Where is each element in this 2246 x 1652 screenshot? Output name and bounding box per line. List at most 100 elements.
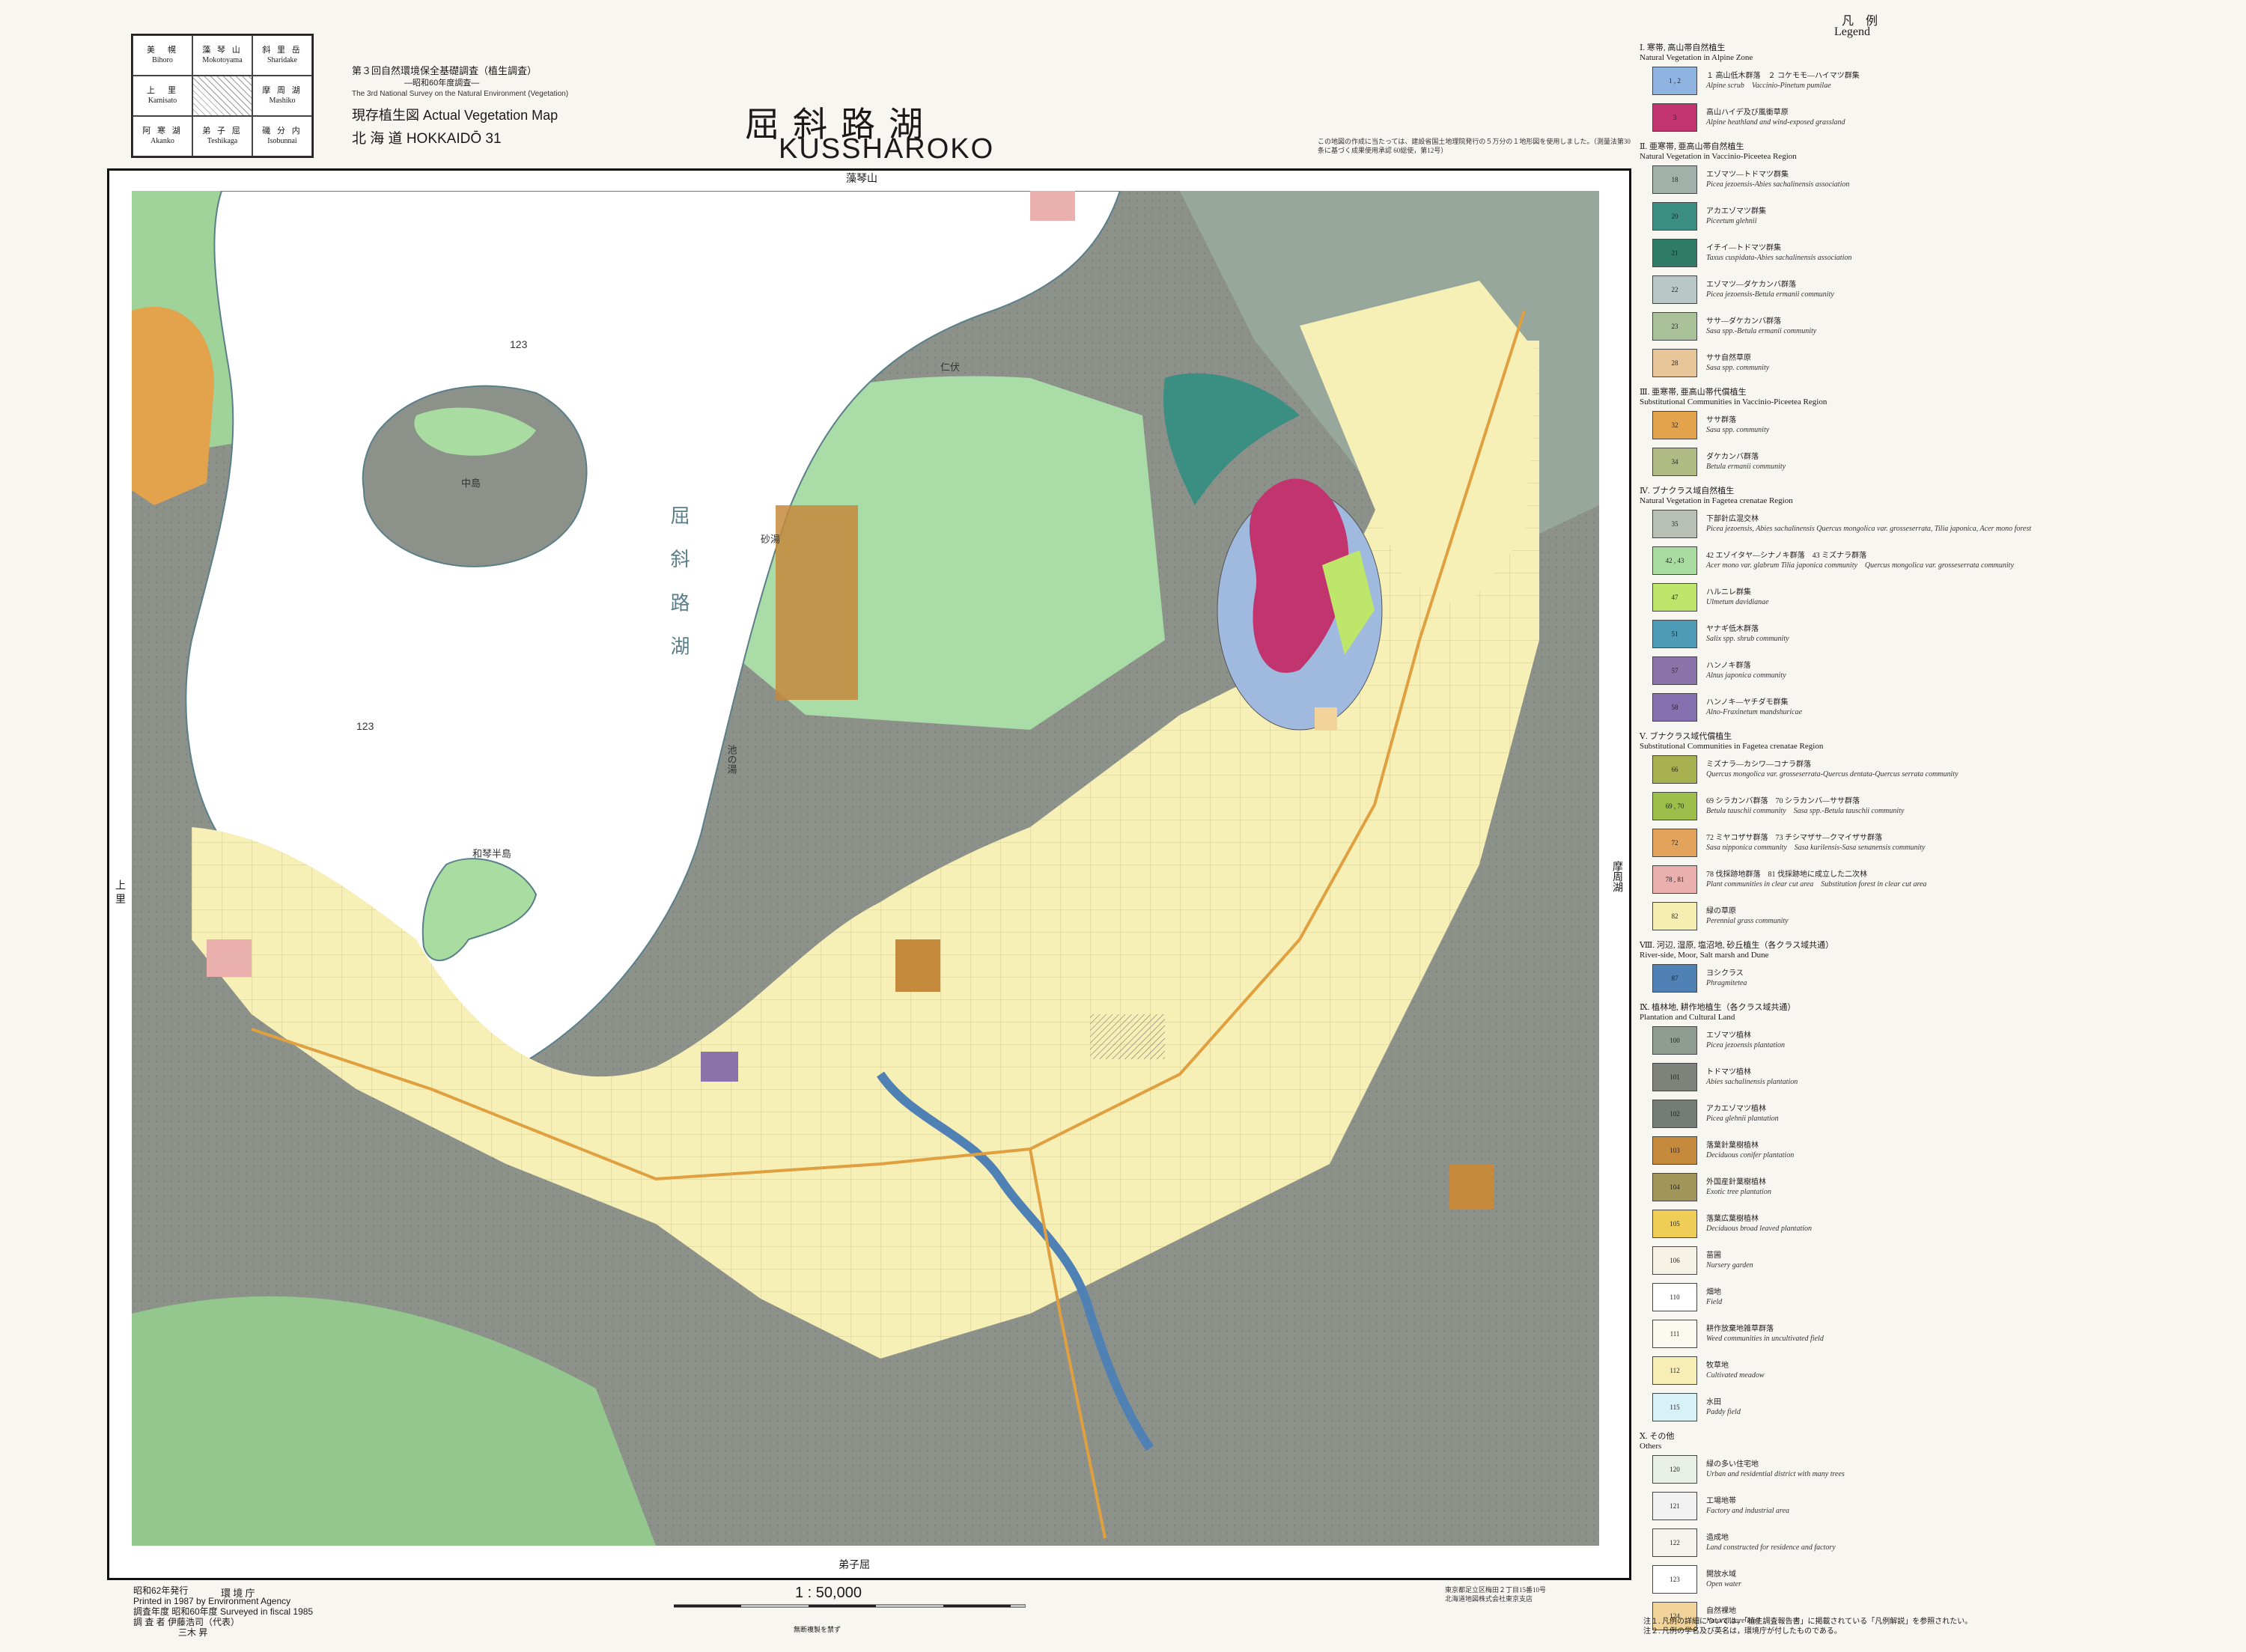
index-cell: 阿 寒 湖 Akanko [133,116,192,156]
legend-item-ja: 自然裸地 [1706,1607,1736,1615]
legend-item: 18 エゾマツ―トドマツ群集 Picea jezoensis-Abies sacha… [1652,165,1849,195]
legend-item-ja: 緑の草原 [1706,907,1736,915]
legend-item-text: ヤナギ低木群落 Salix spp. shrub community [1706,624,1789,644]
legend-item-text: エゾマツ植林 Picea jezoensis plantation [1706,1031,1785,1050]
legend-item: 105 落葉広葉樹植林 Deciduous broad leaved plantat… [1652,1209,1812,1239]
legend-section-heading: Ⅱ. 亜寒帯, 亜高山帯自然植生 Natural Vegetation in Va… [1640,142,1797,162]
legend-section-jp: Ⅳ. ブナクラス域自然植生 [1640,487,1735,496]
legend-item-ja: 下部針広混交林 [1706,515,1759,523]
printer-info: 東京都足立区梅田２丁目15番10号 北海道地図株式会社東京支店 [1445,1586,1547,1603]
town-area[interactable] [1090,1014,1165,1059]
legend-swatch: 21 [1652,239,1697,267]
legend-item-ja: エゾマツ―トドマツ群集 [1706,171,1789,179]
legend-item-ja: ハンノキ―ヤチダモ群集 [1706,698,1789,707]
index-cell-jp: 藻 琴 山 [202,46,243,55]
legend-item-latin: Picea jezoensis, Abies sachalinensis Que… [1706,525,2032,533]
legend-item-latin: Picea jezoensis-Abies sachalinensis asso… [1706,180,1850,189]
legend-item: 72 72 ミヤコザサ群落 73 チシマザサ―クマイザサ群落 Sasa nippon… [1652,828,1925,858]
legend-item-text: 畑地 Field [1706,1287,1722,1307]
legend-item: 110 畑地 Field [1652,1282,1722,1312]
legend-item-latin: Alno-Fraxinetum mandshuricae [1706,708,1803,716]
legend-item-text: アカエゾマツ群集 Piceetum glehnii [1706,207,1766,226]
publisher-agency: 環 境 庁 [221,1588,255,1599]
zone-larch [895,939,940,992]
zone-larch [1449,1164,1494,1209]
legend-item-text: ササ群落 Sasa spp. community [1706,415,1769,435]
legend-item-text: 78 伐採跡地群落 81 伐採跡地に成立した二次林 Plant communiti… [1706,870,1926,889]
index-cell-jp: 斜 里 岳 [262,46,302,55]
legend-item-ja: ダケカンバ群落 [1706,453,1759,461]
legend-swatch: 110 [1652,1283,1697,1311]
legend-item-latin: Deciduous conifer plantation [1706,1151,1795,1159]
legend-item: 3 高山ハイデ及び風衝草原 Alpine heathland and wind-ex… [1652,103,1845,132]
legend-item: 87 ヨシクラス Phragmitetea [1652,963,1747,993]
legend-item: 100 エゾマツ植林 Picea jezoensis plantation [1652,1025,1785,1055]
copyright-note: 無断複製を禁ず [794,1626,842,1633]
legend-swatch: 82 [1652,902,1697,930]
legend-item-text: 耕作放棄地雑草群落 Weed communities in uncultivate… [1706,1324,1824,1344]
index-cell: 斜 里 岳 Sharidake [252,35,312,76]
index-cell: 美 幌 Bihoro [133,35,192,76]
legend-section-heading: Ⅹ. その他 Others [1640,1432,1674,1451]
legend-item-text: 開放水域 Open water [1706,1570,1741,1589]
legend-swatch: 121 [1652,1492,1697,1520]
legend-item-ja: 牧草地 [1706,1362,1729,1370]
legend-item-ja: トドマツ植林 [1706,1068,1751,1076]
legend-section-jp: Ⅴ. ブナクラス域代償植生 [1640,732,1732,741]
legend-item-ja: 耕作放棄地雑草群落 [1706,1325,1774,1333]
legend-item-latin: Ulmetum davidianae [1706,598,1769,606]
legend-item-latin: Factory and industrial area [1706,1507,1790,1515]
legend-swatch: 34 [1652,448,1697,476]
legend-item-latin: Nursery garden [1706,1261,1753,1270]
legend-swatch: 123 [1652,1565,1697,1594]
publication-line: 調 査 者 伊藤浩司（代表） [133,1617,240,1627]
legend-item-text: 外国産針葉樹植林 Exotic tree plantation [1706,1177,1771,1197]
vegetation-map[interactable]: 屈 斜 路 湖 123 123 和琴半島 仁伏 砂湯 池の湯 中島 [132,191,1599,1546]
scale-bar [674,1604,1026,1608]
legend-item-latin: Exotic tree plantation [1706,1188,1771,1196]
map-type: 現存植生図 Actual Vegetation Map [352,108,559,123]
zone-larch [776,505,858,700]
legend-item: 28 ササ自然草原 Sasa spp. community [1652,348,1769,378]
legend-item: 82 緑の草原 Perennial grass community [1652,901,1789,931]
legend-item-text: ミズナラ―カシワ―コナラ群落 Quercus mongolica var. gro… [1706,760,1959,779]
lake-code-label: 123 [356,720,374,732]
legend-item: 21 イチイ―トドマツ群集 Taxus cuspidata-Abies sachal… [1652,238,1851,268]
legend-item-text: ハルニレ群集 Ulmetum davidianae [1706,588,1769,607]
legend-section-en: Others [1640,1442,1662,1451]
legend-item-latin: Salix spp. shrub community [1706,635,1789,643]
legend-item-latin: Land constructed for residence and facto… [1706,1543,1836,1552]
survey-year-jp: ―昭和60年度調査― [404,79,480,88]
legend-item-latin: Weed communities in uncultivated field [1706,1335,1824,1343]
legend-item-text: ハンノキ―ヤチダモ群集 Alno-Fraxinetum mandshuricae [1706,698,1802,717]
legend-swatch: 66 [1652,755,1697,784]
legend-item-latin: Betula ermanii community [1706,463,1786,471]
index-cell-jp: 阿 寒 湖 [142,127,183,135]
zone-clearcut [207,939,252,977]
legend-item-ja: 落葉針葉樹植林 [1706,1142,1759,1150]
legend-section-en: Natural Vegetation in Fagetea crenatae R… [1640,496,1793,505]
legend-item-ja: １ 高山低木群落 ２ コケモモ―ハイマツ群集 [1706,72,1860,80]
legend-item-ja: 造成地 [1706,1534,1729,1542]
index-cell-en: Akanko [150,137,174,145]
legend-item: 51 ヤナギ低木群落 Salix spp. shrub community [1652,619,1789,649]
legend-item: 112 牧草地 Cultivated meadow [1652,1356,1765,1386]
legend-item-text: アカエゾマツ植林 Picea glehnii plantation [1706,1104,1779,1124]
legend-swatch: 47 [1652,583,1697,612]
publication-line: 調査年度 昭和60年度 Surveyed in fiscal 1985 [133,1606,314,1617]
legend-item: 111 耕作放棄地雑草群落 Weed communities in uncultiv… [1652,1319,1824,1349]
legend-item-latin: Taxus cuspidata-Abies sachalinensis asso… [1706,254,1852,262]
legend-item-latin: Alpine heathland and wind-exposed grassl… [1706,118,1845,127]
legend-item-text: 落葉広葉樹植林 Deciduous broad leaved plantation [1706,1214,1812,1234]
legend-swatch: 105 [1652,1210,1697,1238]
legend-section-heading: Ⅲ. 亜寒帯, 亜高山帯代償植生 Substitutional Communiti… [1640,388,1827,407]
legend-swatch: 78 , 81 [1652,865,1697,894]
legend-section-en: Plantation and Cultural Land [1640,1013,1735,1022]
legend-section-en: River-side, Moor, Salt marsh and Dune [1640,951,1769,960]
legend-item-text: 水田 Paddy field [1706,1398,1741,1417]
legend-item: 35 下部針広混交林 Picea jezoensis, Abies sachalin… [1652,509,2031,539]
legend-swatch: 115 [1652,1393,1697,1421]
legend-item-text: 42 エゾイタヤ―シナノキ群落 43 ミズナラ群落 Acer mono var. … [1706,551,2014,570]
edge-label-right: 摩周湖 [1611,861,1623,892]
index-cell-current [192,76,252,116]
